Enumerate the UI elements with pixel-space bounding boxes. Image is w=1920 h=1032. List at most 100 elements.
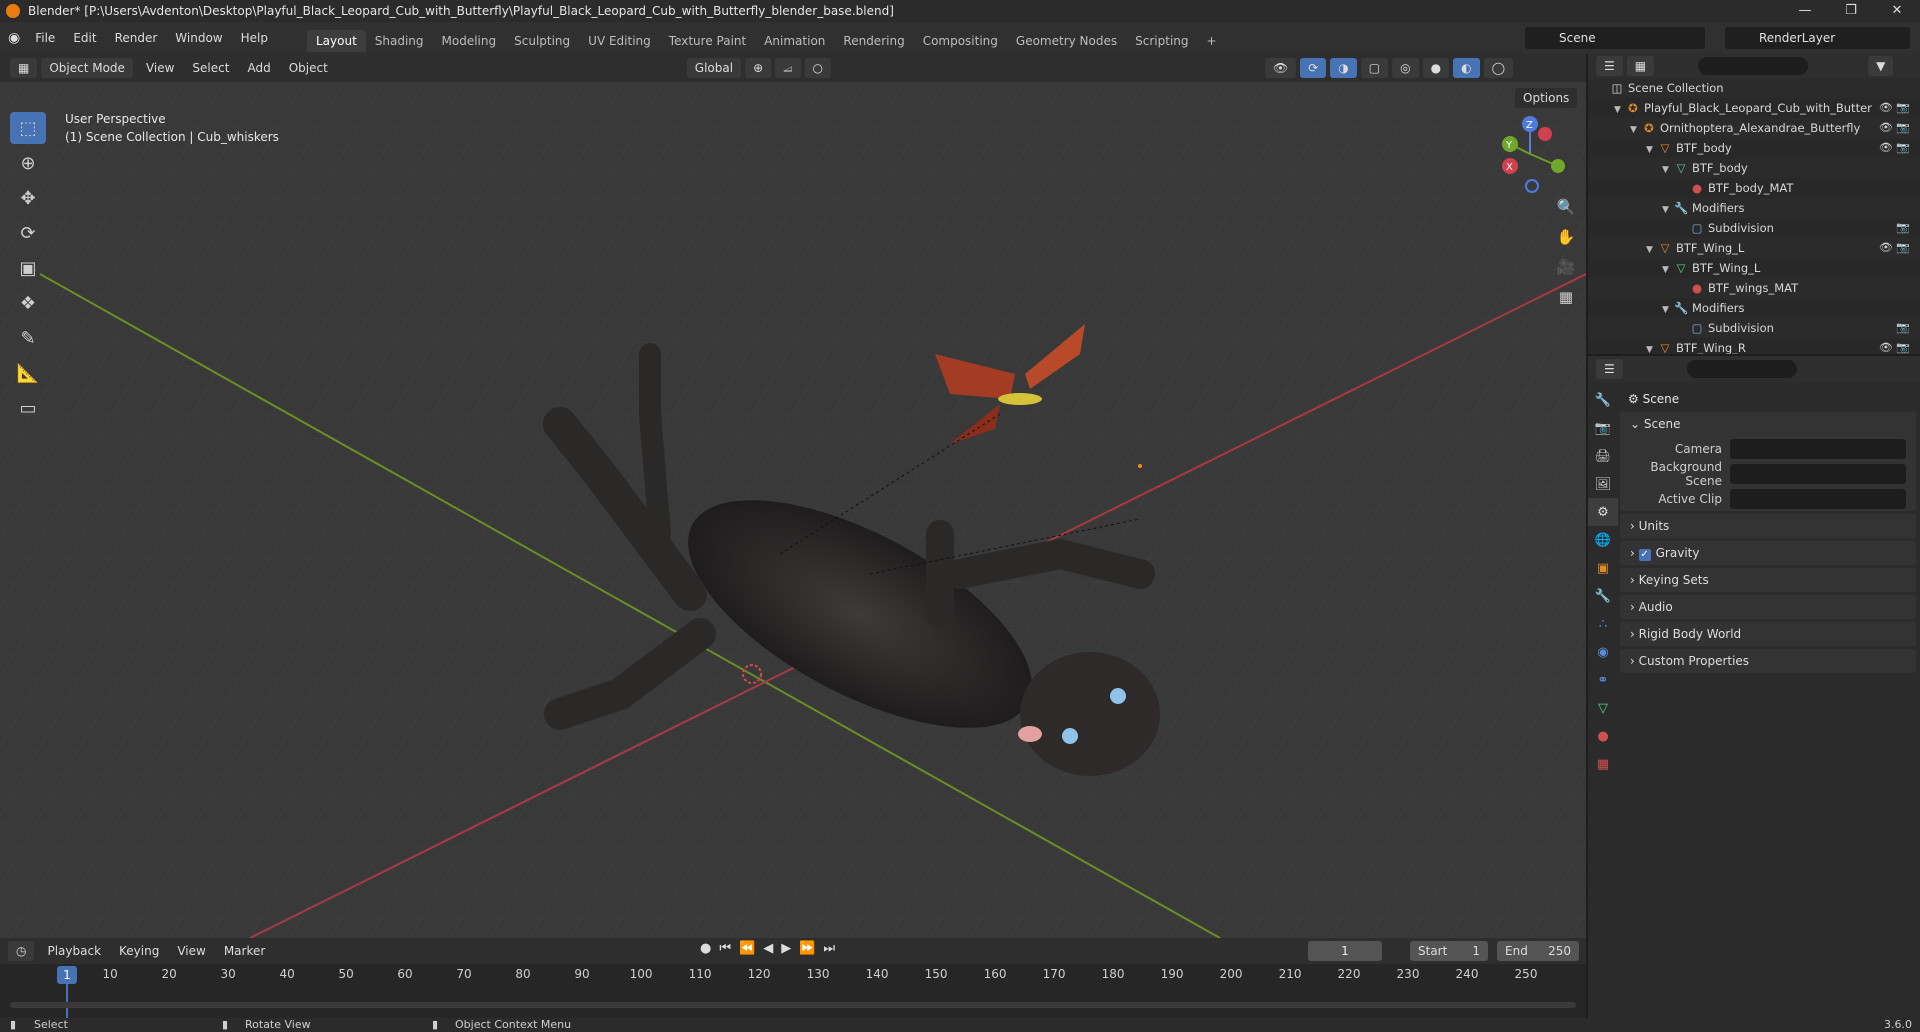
close-icon[interactable]: ✕ [1874, 0, 1920, 22]
tab-geometry-nodes[interactable]: Geometry Nodes [1007, 30, 1126, 52]
menu-keying[interactable]: Keying [110, 944, 168, 958]
outliner-row[interactable]: ▼ ✪ Ornithoptera_Alexandrae_Butterfly 👁 📷 [1588, 118, 1920, 138]
tool-tab-icon[interactable]: 🔧 [1588, 386, 1618, 414]
tab-uv-editing[interactable]: UV Editing [579, 30, 660, 52]
play-reverse-icon[interactable]: ◀ [763, 941, 773, 956]
camera-render-icon[interactable]: 📷 [1896, 341, 1910, 354]
properties-search-input[interactable] [1686, 360, 1797, 378]
camera-render-icon[interactable]: 📷 [1896, 321, 1910, 334]
view-layer-tab-icon[interactable]: 🖼 [1588, 470, 1618, 498]
scene-tab-icon[interactable]: ⚙ [1588, 498, 1618, 526]
scene-selector[interactable]: Scene [1525, 27, 1705, 49]
camera-render-icon[interactable]: 📷 [1896, 101, 1910, 114]
audio-panel[interactable]: › Audio [1620, 595, 1916, 619]
cursor-tool-icon[interactable]: ⊕ [10, 147, 46, 179]
jump-end-icon[interactable]: ⏭ [823, 941, 835, 956]
expand-toggle-icon[interactable]: ▼ [1646, 240, 1658, 260]
outliner-editor-type-icon[interactable]: ☰ [1596, 56, 1623, 76]
camera-render-icon[interactable]: 📷 [1896, 241, 1910, 254]
outliner-row[interactable]: ▢ Subdivision 📷 [1588, 218, 1920, 238]
camera-field[interactable] [1730, 438, 1906, 459]
tab-animation[interactable]: Animation [755, 30, 834, 52]
output-tab-icon[interactable]: 🖨 [1588, 442, 1618, 470]
rigid-body-world-panel[interactable]: › Rigid Body World [1620, 622, 1916, 646]
outliner-row[interactable]: ▢ Subdivision 📷 [1588, 318, 1920, 338]
filter-icon[interactable]: ▼ [1868, 56, 1894, 76]
tab-layout[interactable]: Layout [306, 30, 366, 52]
rotate-tool-icon[interactable]: ⟳ [10, 217, 46, 249]
outliner-row[interactable]: ▼ 🔧 Modifiers [1588, 198, 1920, 218]
outliner-row[interactable]: ▼ ▽ BTF_body [1588, 158, 1920, 178]
material-tab-icon[interactable]: ● [1588, 722, 1618, 750]
outliner-row[interactable]: ▼ 🔧 Modifiers [1588, 298, 1920, 318]
pan-hand-icon[interactable]: ✋ [1553, 224, 1579, 250]
menu-marker[interactable]: Marker [215, 944, 274, 958]
minimize-icon[interactable]: — [1782, 0, 1828, 22]
annotate-tool-icon[interactable]: ✎ [10, 322, 46, 354]
rendered-shading-icon[interactable]: ◯ [1483, 58, 1513, 78]
timeline-ruler[interactable]: 10 20 30 40 50 60 70 80 90 100 110 120 130 140 150 160 1… [0, 964, 1586, 1018]
mode-dropdown[interactable]: Object Mode [41, 58, 133, 78]
start-frame-field[interactable]: Start 1 [1410, 941, 1488, 961]
eye-icon[interactable]: 👁 [1879, 241, 1893, 254]
prev-keyframe-icon[interactable]: ⏪ [739, 941, 755, 956]
add-workspace-icon[interactable]: + [1198, 30, 1226, 52]
tab-scripting[interactable]: Scripting [1126, 30, 1197, 52]
record-icon[interactable]: ● [700, 941, 711, 956]
outliner-search-input[interactable] [1698, 57, 1809, 75]
properties-editor-type-icon[interactable]: ☰ [1596, 359, 1623, 379]
visibility-icon[interactable]: 👁 [1264, 58, 1297, 78]
3d-viewport[interactable]: ▦ Object Mode View Select Add Object Glo… [0, 54, 1586, 938]
current-frame-field[interactable]: 1 [1308, 941, 1382, 961]
move-tool-icon[interactable]: ✥ [10, 182, 46, 214]
camera-view-icon[interactable]: 🎥 [1553, 254, 1579, 280]
tab-rendering[interactable]: Rendering [834, 30, 913, 52]
expand-toggle-icon[interactable]: ▼ [1646, 140, 1658, 160]
expand-toggle-icon[interactable]: ▼ [1662, 260, 1674, 280]
gravity-panel[interactable]: › ✓ Gravity [1620, 541, 1916, 565]
keying-sets-panel[interactable]: › Keying Sets [1620, 568, 1916, 592]
wireframe-shading-icon[interactable]: ◎ [1392, 58, 1419, 78]
constraints-tab-icon[interactable]: ⚭ [1588, 666, 1618, 694]
transform-tool-icon[interactable]: ❖ [10, 287, 46, 319]
menu-playback[interactable]: Playback [38, 944, 110, 958]
pivot-icon[interactable]: ⊕ [745, 58, 772, 78]
menu-object[interactable]: Object [280, 61, 337, 75]
expand-toggle-icon[interactable]: ▼ [1662, 300, 1674, 320]
physics-tab-icon[interactable]: ◉ [1588, 638, 1618, 666]
tab-texture-paint[interactable]: Texture Paint [660, 30, 755, 52]
playhead[interactable]: 1 [57, 966, 77, 984]
menu-timeline-view[interactable]: View [168, 944, 214, 958]
play-icon[interactable]: ▶ [781, 941, 791, 956]
outliner-row[interactable]: ▼ ✪ Playful_Black_Leopard_Cub_with_Butter 👁… [1588, 98, 1920, 118]
units-panel[interactable]: › Units [1620, 514, 1916, 538]
overlay-toggle-icon[interactable]: ◑ [1330, 58, 1357, 78]
particles-tab-icon[interactable]: ∴ [1588, 610, 1618, 638]
expand-toggle-icon[interactable]: ▼ [1630, 120, 1642, 140]
blender-menu-icon[interactable]: ◉ [8, 30, 20, 46]
tab-compositing[interactable]: Compositing [914, 30, 1007, 52]
expand-toggle-icon[interactable]: ▼ [1662, 200, 1674, 220]
jump-start-icon[interactable]: ⏮ [719, 941, 731, 956]
solid-shading-icon[interactable]: ● [1422, 58, 1450, 78]
select-box-tool-icon[interactable]: ⬚ [10, 112, 46, 144]
navigation-gizmo[interactable]: Z Y X [1490, 114, 1570, 194]
tab-modeling[interactable]: Modeling [433, 30, 506, 52]
scene-panel-header[interactable]: ⌄ Scene [1620, 412, 1916, 436]
next-keyframe-icon[interactable]: ⏩ [799, 941, 815, 956]
xray-icon[interactable]: ▢ [1360, 58, 1389, 78]
add-cube-tool-icon[interactable]: ▭ [10, 392, 46, 424]
outliner-row[interactable]: ● BTF_body_MAT [1588, 178, 1920, 198]
tab-shading[interactable]: Shading [366, 30, 433, 52]
camera-render-icon[interactable]: 📷 [1896, 121, 1910, 134]
display-mode-icon[interactable]: ▦ [1626, 56, 1655, 76]
timeline-scrollbar[interactable] [10, 1002, 1576, 1008]
proportional-edit-icon[interactable]: ○ [804, 58, 831, 78]
render-layer-selector[interactable]: RenderLayer [1725, 27, 1910, 49]
gravity-checkbox[interactable]: ✓ [1638, 549, 1651, 561]
camera-render-icon[interactable]: 📷 [1896, 141, 1910, 154]
outliner-row[interactable]: ◫ Scene Collection [1588, 78, 1920, 98]
eye-icon[interactable]: 👁 [1879, 121, 1893, 134]
menu-add[interactable]: Add [238, 61, 279, 75]
object-tab-icon[interactable]: ▣ [1588, 554, 1618, 582]
